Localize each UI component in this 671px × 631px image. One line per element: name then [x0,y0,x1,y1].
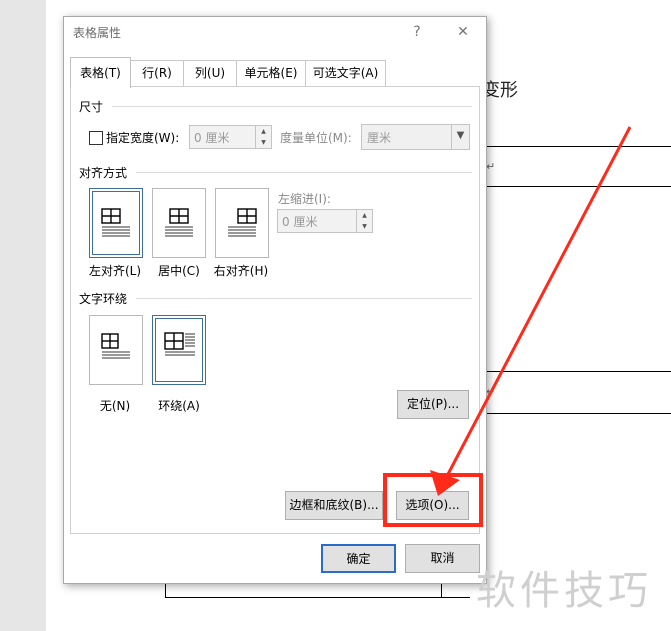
highlight-box [383,473,483,527]
tab-table[interactable]: 表格(T) [70,57,131,88]
watermark-text: 软件技巧 [476,568,652,614]
annotation-arrow-icon [430,126,632,496]
